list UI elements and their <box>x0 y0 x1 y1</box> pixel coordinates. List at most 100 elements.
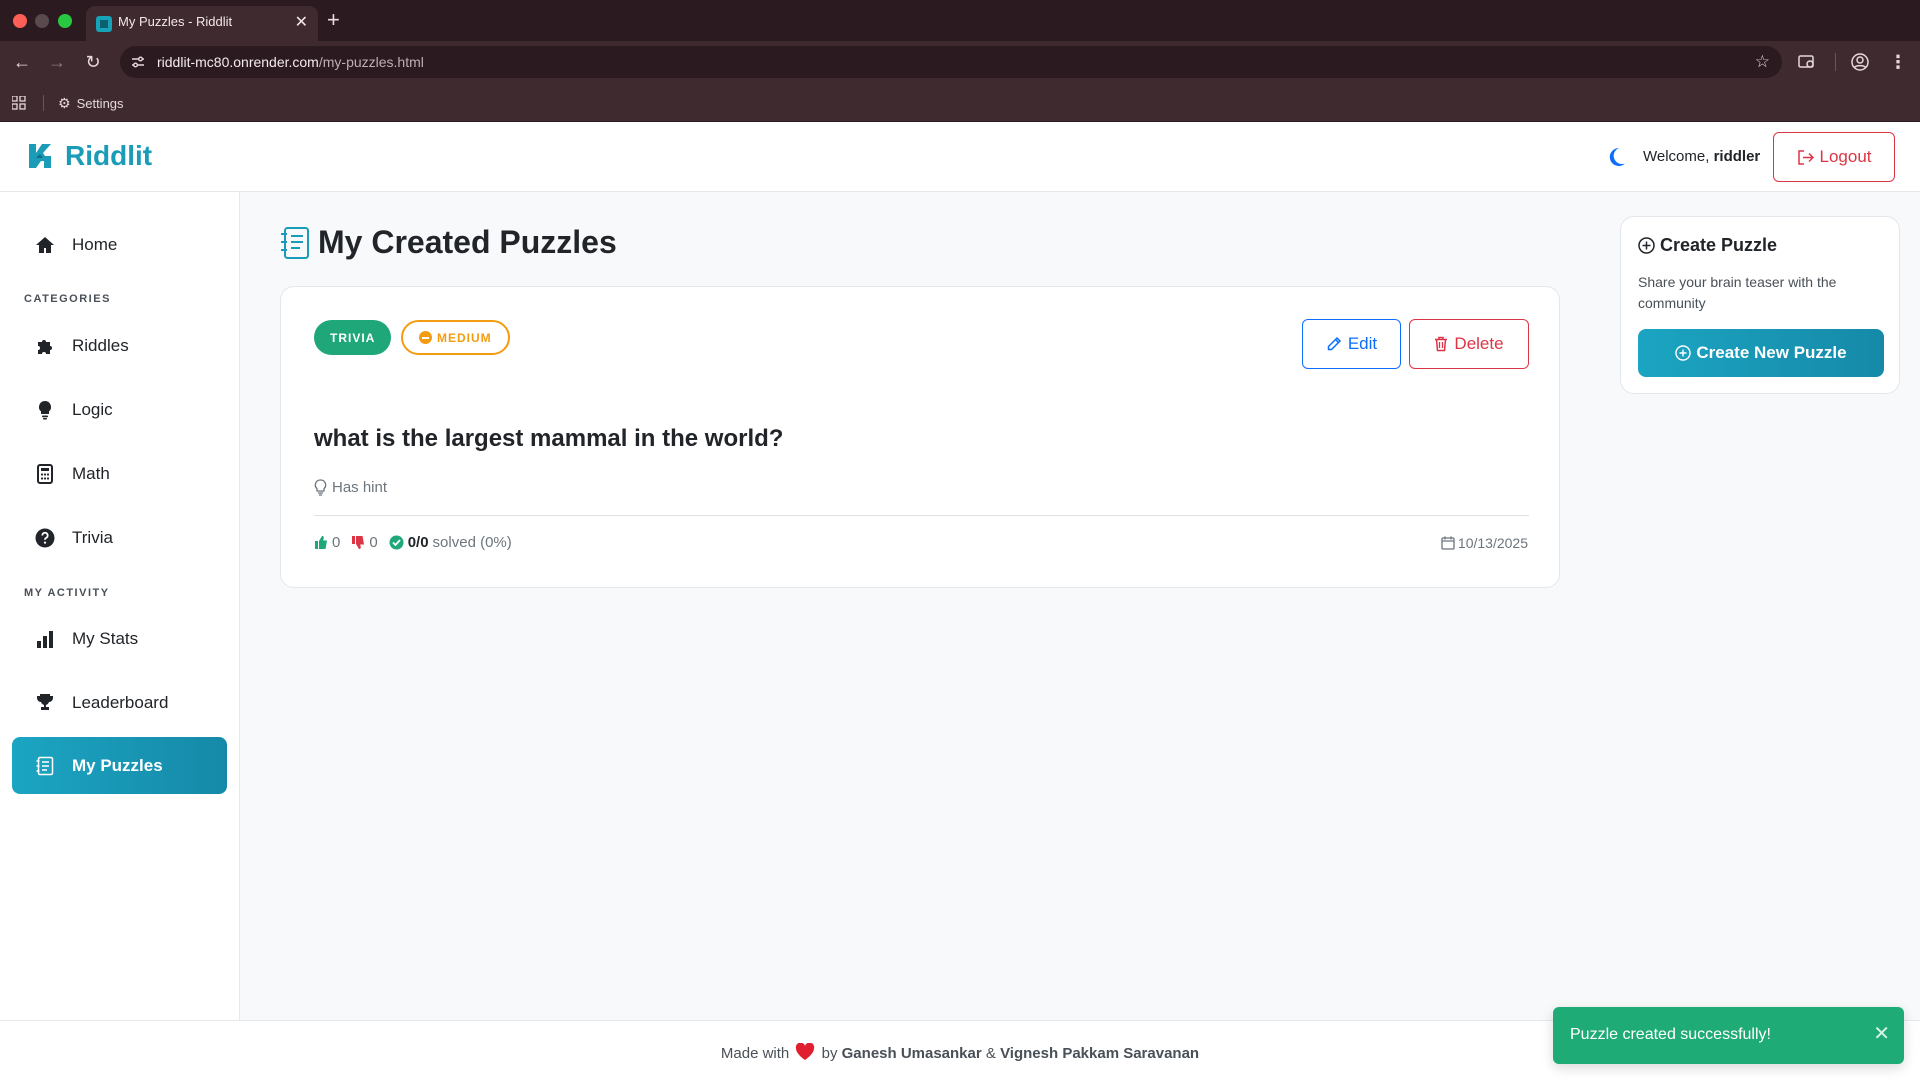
reload-icon[interactable]: ↻ <box>81 50 105 74</box>
sidebar-item-label: My Stats <box>72 628 139 648</box>
profile-icon[interactable] <box>1850 52 1870 72</box>
create-new-puzzle-label: Create New Puzzle <box>1696 343 1847 362</box>
browser-menu-icon[interactable]: ⋮ <box>1886 50 1910 74</box>
categories-heading: CATEGORIES <box>24 293 111 305</box>
sidebar-item-label: Math <box>72 463 110 483</box>
trash-icon <box>1435 336 1448 352</box>
hint-label: Has hint <box>332 479 388 496</box>
sidebar-item-leaderboard[interactable]: Leaderboard <box>12 674 227 731</box>
moon-icon[interactable] <box>1604 145 1628 169</box>
forward-arrow-icon[interactable]: → <box>45 50 69 74</box>
likes-stat: 0 <box>314 534 340 551</box>
brand-name: Riddlit <box>65 140 153 171</box>
likes-count: 0 <box>332 534 341 551</box>
hint-indicator: Has hint <box>314 479 387 496</box>
welcome-prefix: Welcome, <box>1643 148 1710 165</box>
page-title: My Created Puzzles <box>280 224 617 261</box>
logout-button[interactable]: Logout <box>1773 132 1895 182</box>
reading-mode-icon[interactable] <box>1797 52 1817 72</box>
welcome-text: Welcome, riddler <box>1643 148 1760 165</box>
create-panel-title: Create Puzzle <box>1638 235 1777 256</box>
dislikes-stat: 0 <box>351 534 378 551</box>
sidebar-item-trivia[interactable]: Trivia <box>12 509 227 566</box>
home-icon <box>34 234 56 256</box>
edit-label: Edit <box>1347 334 1378 353</box>
close-icon[interactable]: ✕ <box>1873 1023 1890 1045</box>
browser-tab-strip: My Puzzles - Riddlit ✕ + <box>0 0 1920 41</box>
tab-title: My Puzzles - Riddlit <box>118 14 233 29</box>
puzzle-stats: 0 0 0/0 solved (0%) <box>314 534 523 551</box>
address-bar[interactable]: riddlit-mc80.onrender.com/my-puzzles.htm… <box>120 46 1782 78</box>
window-minimize-dot[interactable] <box>35 14 49 28</box>
tab-close-icon[interactable]: ✕ <box>295 12 308 32</box>
thumbs-up-icon <box>315 536 327 549</box>
my-activity-heading: MY ACTIVITY <box>24 587 110 599</box>
sidebar-item-label: Leaderboard <box>72 692 169 712</box>
delete-label: Delete <box>1454 334 1504 353</box>
window-maximize-dot[interactable] <box>58 14 72 28</box>
url-domain: riddlit-mc80.onrender.com <box>157 54 319 70</box>
edit-button[interactable]: Edit <box>1302 319 1401 369</box>
puzzle-question: what is the largest mammal in the world? <box>314 425 784 452</box>
date-text: 10/13/2025 <box>1457 535 1528 551</box>
delete-button[interactable]: Delete <box>1409 319 1529 369</box>
calendar-icon <box>1441 536 1455 550</box>
username: riddler <box>1713 148 1761 165</box>
bar-chart-icon <box>34 628 56 650</box>
riddlit-favicon-icon <box>96 16 112 32</box>
window-close-dot[interactable] <box>13 14 27 28</box>
back-arrow-icon[interactable]: ← <box>10 50 34 74</box>
bookmark-settings[interactable]: ⚙ Settings <box>58 95 124 112</box>
browser-toolbar: ← → ↻ riddlit-mc80.onrender.com/my-puzzl… <box>0 41 1920 83</box>
solved-stat: 0/0 solved (0%) <box>389 534 512 551</box>
plus-circle-icon <box>1675 345 1692 361</box>
create-panel-title-text: Create Puzzle <box>1660 235 1778 255</box>
difficulty-dash-icon <box>419 331 432 344</box>
category-badge: TRIVIA <box>314 320 392 355</box>
sidebar-item-riddles[interactable]: Riddles <box>12 317 227 374</box>
new-tab-icon[interactable]: + <box>327 6 340 34</box>
heart-icon <box>796 1043 815 1060</box>
bookmark-star-icon[interactable]: ☆ <box>1755 52 1770 72</box>
sidebar-item-math[interactable]: Math <box>12 445 227 502</box>
puzzle-icon <box>34 335 56 357</box>
footer-author-2: Vignesh Pakkam Saravanan <box>1000 1045 1200 1062</box>
footer-author-1: Ganesh Umasankar <box>841 1045 982 1062</box>
app-header: Riddlit Welcome, riddler Logout <box>0 122 1920 192</box>
footer-made-with: Made with <box>720 1045 790 1062</box>
lightbulb-icon <box>314 479 327 496</box>
journal-icon <box>281 226 309 259</box>
sidebar: Home CATEGORIES Riddles Logic Math Trivi… <box>0 192 240 1020</box>
solved-suffix: solved (0%) <box>432 534 512 551</box>
dislikes-count: 0 <box>369 534 378 551</box>
sidebar-item-my-stats[interactable]: My Stats <box>12 610 227 667</box>
difficulty-badge: MEDIUM <box>401 320 510 355</box>
created-date: 10/13/2025 <box>1441 535 1528 551</box>
url-path: /my-puzzles.html <box>318 54 424 70</box>
site-settings-icon[interactable] <box>130 54 146 70</box>
create-panel-description: Share your brain teaser with the communi… <box>1638 274 1837 311</box>
lightbulb-icon <box>34 399 56 421</box>
footer-amp: & <box>985 1045 996 1062</box>
check-circle-icon <box>389 535 404 550</box>
apps-grid-icon[interactable] <box>12 96 26 110</box>
plus-circle-icon <box>1638 237 1655 254</box>
create-new-puzzle-button[interactable]: Create New Puzzle <box>1638 329 1884 377</box>
journal-icon <box>34 755 56 777</box>
sidebar-item-label: My Puzzles <box>72 755 163 775</box>
sidebar-item-home[interactable]: Home <box>12 216 227 273</box>
bookmarks-bar: ⚙ Settings <box>0 83 1920 122</box>
sidebar-item-label: Trivia <box>72 527 113 547</box>
bookmark-settings-label: Settings <box>76 96 124 111</box>
question-circle-icon <box>34 527 56 549</box>
toast-message: Puzzle created successfully! <box>1570 1026 1771 1043</box>
sidebar-item-logic[interactable]: Logic <box>12 381 227 438</box>
brand-logo[interactable]: Riddlit <box>27 140 152 172</box>
sidebar-item-my-puzzles[interactable]: My Puzzles <box>12 737 227 794</box>
browser-tab-active[interactable]: My Puzzles - Riddlit ✕ <box>86 6 318 41</box>
url-text: riddlit-mc80.onrender.com/my-puzzles.htm… <box>157 54 424 70</box>
create-puzzle-panel: Create Puzzle Share your brain teaser wi… <box>1620 216 1900 394</box>
puzzle-card: TRIVIA MEDIUM Edit Delete what is the la… <box>280 286 1560 588</box>
success-toast: Puzzle created successfully! ✕ <box>1553 1007 1904 1064</box>
card-divider <box>314 515 1529 516</box>
